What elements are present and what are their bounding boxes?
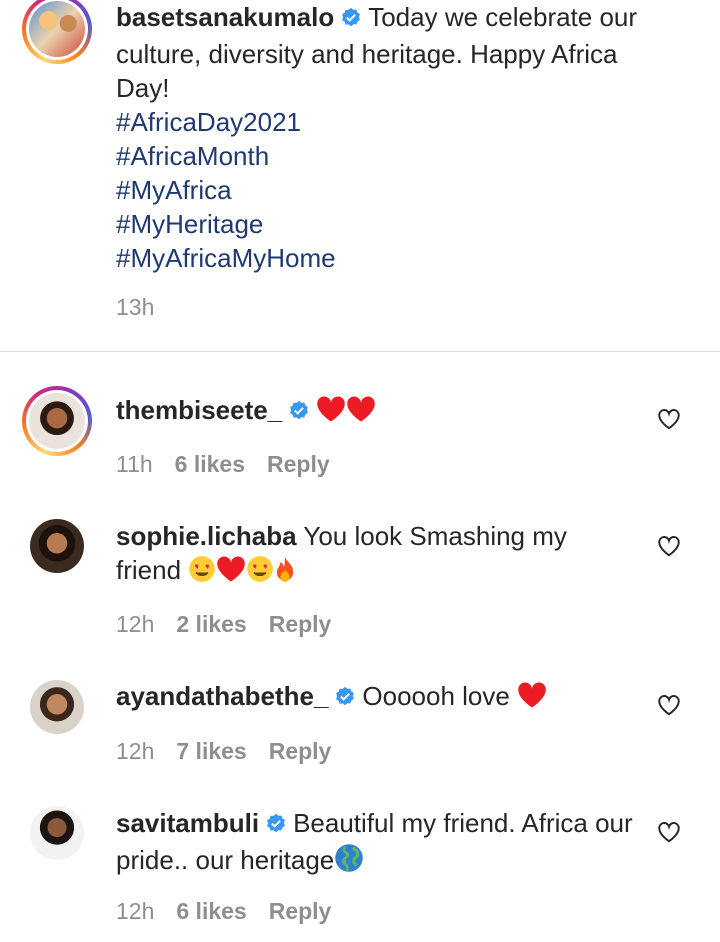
caption-text: basetsanakumalo Today we celebrate our cu…: [116, 0, 676, 275]
caption-time: 13h: [116, 294, 155, 320]
comment-username[interactable]: savitambuli: [116, 808, 259, 838]
heart-eyes-emoji-icon: [188, 555, 216, 591]
avatar: [29, 393, 85, 449]
like-heart-icon[interactable]: [656, 819, 682, 845]
hashtag-link[interactable]: #AfricaMonth: [116, 139, 676, 173]
comment-time: 11h: [116, 451, 153, 477]
red-heart-icon: [316, 395, 346, 431]
hashtag-link[interactable]: #MyHeritage: [116, 207, 676, 241]
comment-time: 12h: [116, 611, 155, 637]
comment-time: 12h: [116, 898, 155, 924]
likes-count[interactable]: 6 likes: [176, 898, 246, 925]
avatar[interactable]: [30, 806, 84, 860]
avatar[interactable]: [30, 519, 84, 573]
comment-username[interactable]: ayandathabethe_: [116, 681, 328, 711]
red-heart-icon: [216, 555, 246, 591]
like-heart-icon[interactable]: [656, 406, 682, 432]
fire-emoji-icon: [274, 555, 296, 591]
like-heart-icon[interactable]: [656, 692, 682, 718]
comment-time: 12h: [116, 738, 155, 764]
hashtag-link[interactable]: #MyAfrica: [116, 173, 676, 207]
story-ring[interactable]: [22, 0, 92, 64]
divider: [0, 351, 720, 352]
hashtag-link[interactable]: #AfricaDay2021: [116, 105, 676, 139]
avatar: [29, 1, 85, 57]
globe-emoji-icon: [334, 843, 364, 881]
story-ring[interactable]: [22, 386, 92, 456]
verified-badge-icon: [265, 809, 287, 843]
likes-count[interactable]: 6 likes: [175, 451, 245, 478]
hashtag-link[interactable]: #MyAfricaMyHome: [116, 241, 676, 275]
red-heart-icon: [517, 681, 547, 717]
reply-button[interactable]: Reply: [269, 898, 332, 925]
avatar[interactable]: [30, 680, 84, 734]
verified-badge-icon: [340, 3, 362, 37]
verified-badge-icon: [334, 682, 356, 716]
reply-button[interactable]: Reply: [267, 451, 330, 478]
verified-badge-icon: [288, 396, 310, 430]
likes-count[interactable]: 7 likes: [176, 738, 246, 765]
heart-eyes-emoji-icon: [246, 555, 274, 591]
comment-username[interactable]: sophie.lichaba: [116, 521, 297, 551]
reply-button[interactable]: Reply: [269, 611, 332, 638]
comment-text: Oooooh love: [362, 681, 510, 711]
caption-meta: 13h: [116, 294, 154, 321]
comment-username[interactable]: thembiseete_: [116, 395, 282, 425]
likes-count[interactable]: 2 likes: [176, 611, 246, 638]
red-heart-icon: [346, 395, 376, 431]
caption-username[interactable]: basetsanakumalo: [116, 2, 334, 32]
reply-button[interactable]: Reply: [269, 738, 332, 765]
like-heart-icon[interactable]: [656, 533, 682, 559]
